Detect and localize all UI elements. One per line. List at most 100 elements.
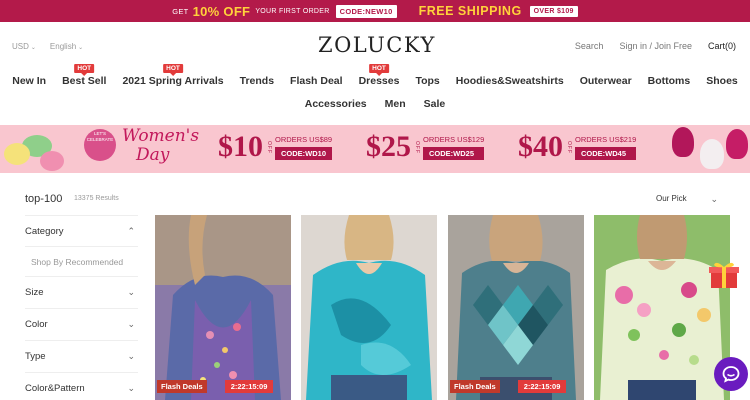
gift-icon[interactable] [708,260,740,290]
chevron-down-icon: ⌄ [127,319,135,329]
language-select[interactable]: English ⌄ [50,42,83,51]
banner-title: Women's Day [122,127,199,165]
header-actions: Search Sign in / Join Free Cart(0) [575,41,736,51]
locale-selectors: USD ⌄ English ⌄ [12,42,83,51]
nav-label: Dresses [358,75,400,87]
deal-off: OFF [414,140,420,154]
filter-label: Category [25,225,64,237]
filter-category[interactable]: Category ⌃ [25,215,138,247]
womens-day-banner[interactable]: LET'S CELEBRATE Women's Day $10 OFF ORDE… [0,125,750,173]
nav-label: Tops [415,75,440,87]
nav-label: Hoodies&Sweatshirts [455,75,564,87]
main-nav-row2: Accessories Men Sale [0,98,750,110]
chevron-down-icon: ⌄ [78,45,84,51]
flash-deal-tag: Flash Deals 2:22:15:09 [157,380,274,393]
filter-size[interactable]: Size ⌄ [25,277,138,309]
filter-label: Color&Pattern [25,383,85,394]
language-label: English [49,42,77,51]
nav-item-accessories[interactable]: Accessories [297,98,375,110]
flash-label: Flash Deals [450,380,500,393]
product-image [155,215,291,400]
nav-label: Sale [423,98,446,110]
product-image [448,215,584,400]
nav-label: Shoes [706,75,738,87]
chat-icon [722,366,740,383]
results-count: 13375 Results [74,195,119,202]
nav-label: 2021 Spring Arrivals [122,75,224,87]
promo-code: CODE:NEW10 [335,4,397,18]
banner-lets-celebrate: LET'S CELEBRATE [86,131,114,142]
nav-item-outerwear[interactable]: Outerwear [572,75,640,87]
search-link[interactable]: Search [575,41,604,51]
nav-item-bottoms[interactable]: Bottoms [640,75,699,87]
nav-label: Outerwear [579,75,632,87]
promo-discount: 10% OFF [192,3,251,19]
cart-link[interactable]: Cart(0) [708,41,736,51]
deal-code: CODE:WD10 [275,146,333,160]
chat-button[interactable] [714,357,748,391]
deal-details: ORDERS US$219 CODE:WD45 [575,135,637,160]
nav-label: Bottoms [647,75,691,87]
macaron-decoration [4,143,30,165]
nav-item-new-in[interactable]: New In [4,75,54,87]
flash-deal-tag: Flash Deals 2:22:15:09 [450,380,567,393]
nav-item-dresses[interactable]: HOT Dresses [351,64,408,87]
deal-orders: ORDERS US$89 [275,134,333,144]
deal-amount: $40 [518,130,563,163]
promo-free-shipping: FREE SHIPPING [418,4,522,18]
chevron-up-icon: ⌃ [127,225,135,236]
nav-item-spring-arrivals[interactable]: HOT 2021 Spring Arrivals [114,64,231,87]
nav-label: Trends [239,75,275,87]
filter-shop-by-recommended[interactable]: Shop By Recommended [25,247,138,277]
product-card[interactable]: Flash Deals 2:22:15:09 [448,215,584,400]
nav-item-men[interactable]: Men [377,98,414,110]
nav-item-trends[interactable]: Trends [232,75,282,87]
product-card[interactable] [301,215,437,400]
nav-item-flash-deal[interactable]: Flash Deal [282,75,351,87]
nav-label: Best Sell [62,75,107,87]
hot-badge: HOT [369,64,389,76]
banner-deal-3: $40 OFF ORDERS US$219 CODE:WD45 [518,130,637,163]
nav-item-hoodies[interactable]: Hoodies&Sweatshirts [448,75,572,87]
deal-off: OFF [266,140,272,154]
logo[interactable]: ZOLUCKY [318,33,436,57]
hot-badge: HOT [163,64,183,76]
promo-bar[interactable]: GET 10% OFF YOUR FIRST ORDER CODE:NEW10 … [0,0,750,22]
promo-get: GET [172,6,189,16]
currency-select[interactable]: USD ⌄ [12,42,36,51]
deal-details: ORDERS US$89 CODE:WD10 [275,134,333,160]
sort-select[interactable]: Our Pick ⌄ [656,194,718,205]
deal-amount: $10 [218,130,263,163]
main-nav: New In HOT Best Sell HOT 2021 Spring Arriv… [0,64,750,87]
filter-color[interactable]: Color ⌄ [25,309,138,341]
flash-timer: 2:22:15:09 [224,380,274,393]
deal-orders: ORDERS US$129 [423,134,485,144]
chevron-down-icon: ⌄ [127,287,135,297]
nav-item-tops[interactable]: Tops [407,75,447,87]
filter-type[interactable]: Type ⌄ [25,341,138,373]
macaron-decoration [40,151,64,171]
filter-label: Color [25,319,48,330]
nav-label: Accessories [304,98,367,110]
tulip-decoration [700,139,724,169]
currency-label: USD [12,42,29,51]
promo-first-order: YOUR FIRST ORDER [255,7,330,15]
filter-color-pattern[interactable]: Color&Pattern ⌄ [25,373,138,400]
signin-link[interactable]: Sign in / Join Free [619,41,692,51]
sort-label: Our Pick [656,194,687,203]
product-image [301,215,437,400]
filter-sidebar: Category ⌃ Shop By Recommended Size ⌄ Co… [25,215,138,400]
nav-label: New In [12,75,47,87]
chevron-down-icon: ⌄ [710,194,718,204]
nav-label: Flash Deal [290,75,343,87]
nav-item-sale[interactable]: Sale [416,98,454,110]
product-card[interactable]: Flash Deals 2:22:15:09 [155,215,291,400]
tulip-decoration [672,127,694,157]
flash-label: Flash Deals [157,380,207,393]
chevron-down-icon: ⌄ [30,45,36,51]
nav-item-best-sell[interactable]: HOT Best Sell [54,64,114,87]
product-card[interactable] [594,215,730,400]
deal-details: ORDERS US$129 CODE:WD25 [423,134,485,160]
nav-item-shoes[interactable]: Shoes [698,75,746,87]
product-image [594,215,730,400]
